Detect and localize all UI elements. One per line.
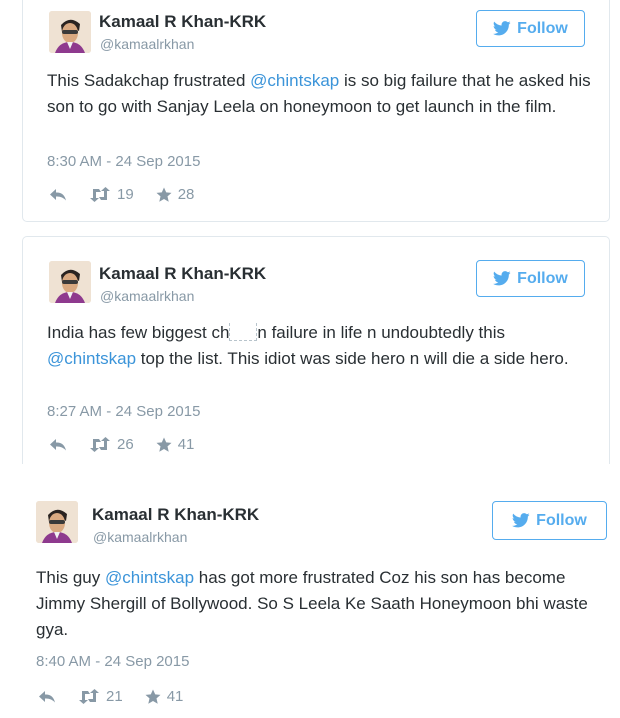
mention-link[interactable]: @chintskap: [105, 568, 194, 587]
reply-arrow-icon: [50, 188, 66, 200]
tweet-text: This Sadakchap frustrated @chintskap is …: [47, 71, 591, 116]
timestamp[interactable]: 8:30 AM - 24 Sep 2015: [47, 153, 200, 170]
star-icon: [156, 437, 172, 452]
tweet-actions: 21 41: [38, 688, 183, 705]
favorite-button[interactable]: 41: [156, 436, 195, 453]
author-handle[interactable]: @kamaalrkhan: [93, 529, 187, 545]
star-icon: [156, 187, 172, 202]
twitter-bird-icon: [493, 271, 511, 286]
mention-link[interactable]: @chintskap: [47, 349, 136, 368]
avatar[interactable]: [36, 501, 78, 543]
favorite-count: 28: [177, 186, 195, 203]
avatar[interactable]: [49, 261, 91, 303]
tweet-card: Kamaal R Khan-KRK @kamaalrkhan Follow Th…: [10, 478, 615, 718]
retweet-count: 21: [106, 688, 123, 705]
twitter-bird-icon: [493, 21, 511, 36]
favorite-button[interactable]: 41: [145, 688, 184, 705]
follow-label: Follow: [517, 269, 568, 287]
tweet-text: This guy @chintskap has got more frustra…: [36, 568, 588, 639]
author-name[interactable]: Kamaal R Khan-KRK: [99, 264, 266, 284]
reply-arrow-icon: [39, 690, 55, 702]
twitter-bird-icon: [512, 513, 530, 528]
author-handle[interactable]: @kamaalrkhan: [100, 36, 194, 52]
tweet-text: India has few biggest ch n failure in lif…: [47, 323, 569, 368]
author-name[interactable]: Kamaal R Khan-KRK: [92, 505, 259, 525]
favorite-count: 41: [166, 688, 184, 705]
tweet-actions: 26 41: [49, 436, 194, 453]
follow-label: Follow: [536, 511, 587, 529]
retweet-icon: [90, 437, 110, 452]
retweet-button[interactable]: 21: [78, 688, 123, 705]
retweet-icon: [79, 689, 99, 704]
retweet-icon: [90, 187, 110, 202]
redaction-mark: [229, 323, 258, 341]
reply-button[interactable]: [49, 188, 67, 202]
reply-button[interactable]: [38, 690, 56, 704]
star-icon: [145, 689, 161, 704]
follow-label: Follow: [517, 19, 568, 37]
follow-button[interactable]: Follow: [476, 260, 585, 297]
retweet-button[interactable]: 26: [89, 436, 134, 453]
follow-button[interactable]: Follow: [476, 10, 585, 47]
timestamp[interactable]: 8:27 AM - 24 Sep 2015: [47, 403, 200, 420]
mention-link[interactable]: @chintskap: [250, 71, 339, 90]
author-name[interactable]: Kamaal R Khan-KRK: [99, 12, 266, 32]
tweet-card: Kamaal R Khan-KRK @kamaalrkhan Follow Th…: [22, 0, 610, 222]
avatar[interactable]: [49, 11, 91, 53]
author-handle[interactable]: @kamaalrkhan: [100, 288, 194, 304]
favorite-button[interactable]: 28: [156, 186, 195, 203]
reply-arrow-icon: [50, 438, 66, 450]
tweet-card: Kamaal R Khan-KRK @kamaalrkhan Follow In…: [22, 236, 610, 464]
retweet-count: 26: [117, 436, 134, 453]
retweet-count: 19: [117, 186, 134, 203]
follow-button[interactable]: Follow: [492, 501, 607, 540]
favorite-count: 41: [177, 436, 195, 453]
reply-button[interactable]: [49, 438, 67, 452]
retweet-button[interactable]: 19: [89, 186, 134, 203]
tweet-actions: 19 28: [49, 186, 194, 203]
timestamp[interactable]: 8:40 AM - 24 Sep 2015: [36, 653, 189, 670]
